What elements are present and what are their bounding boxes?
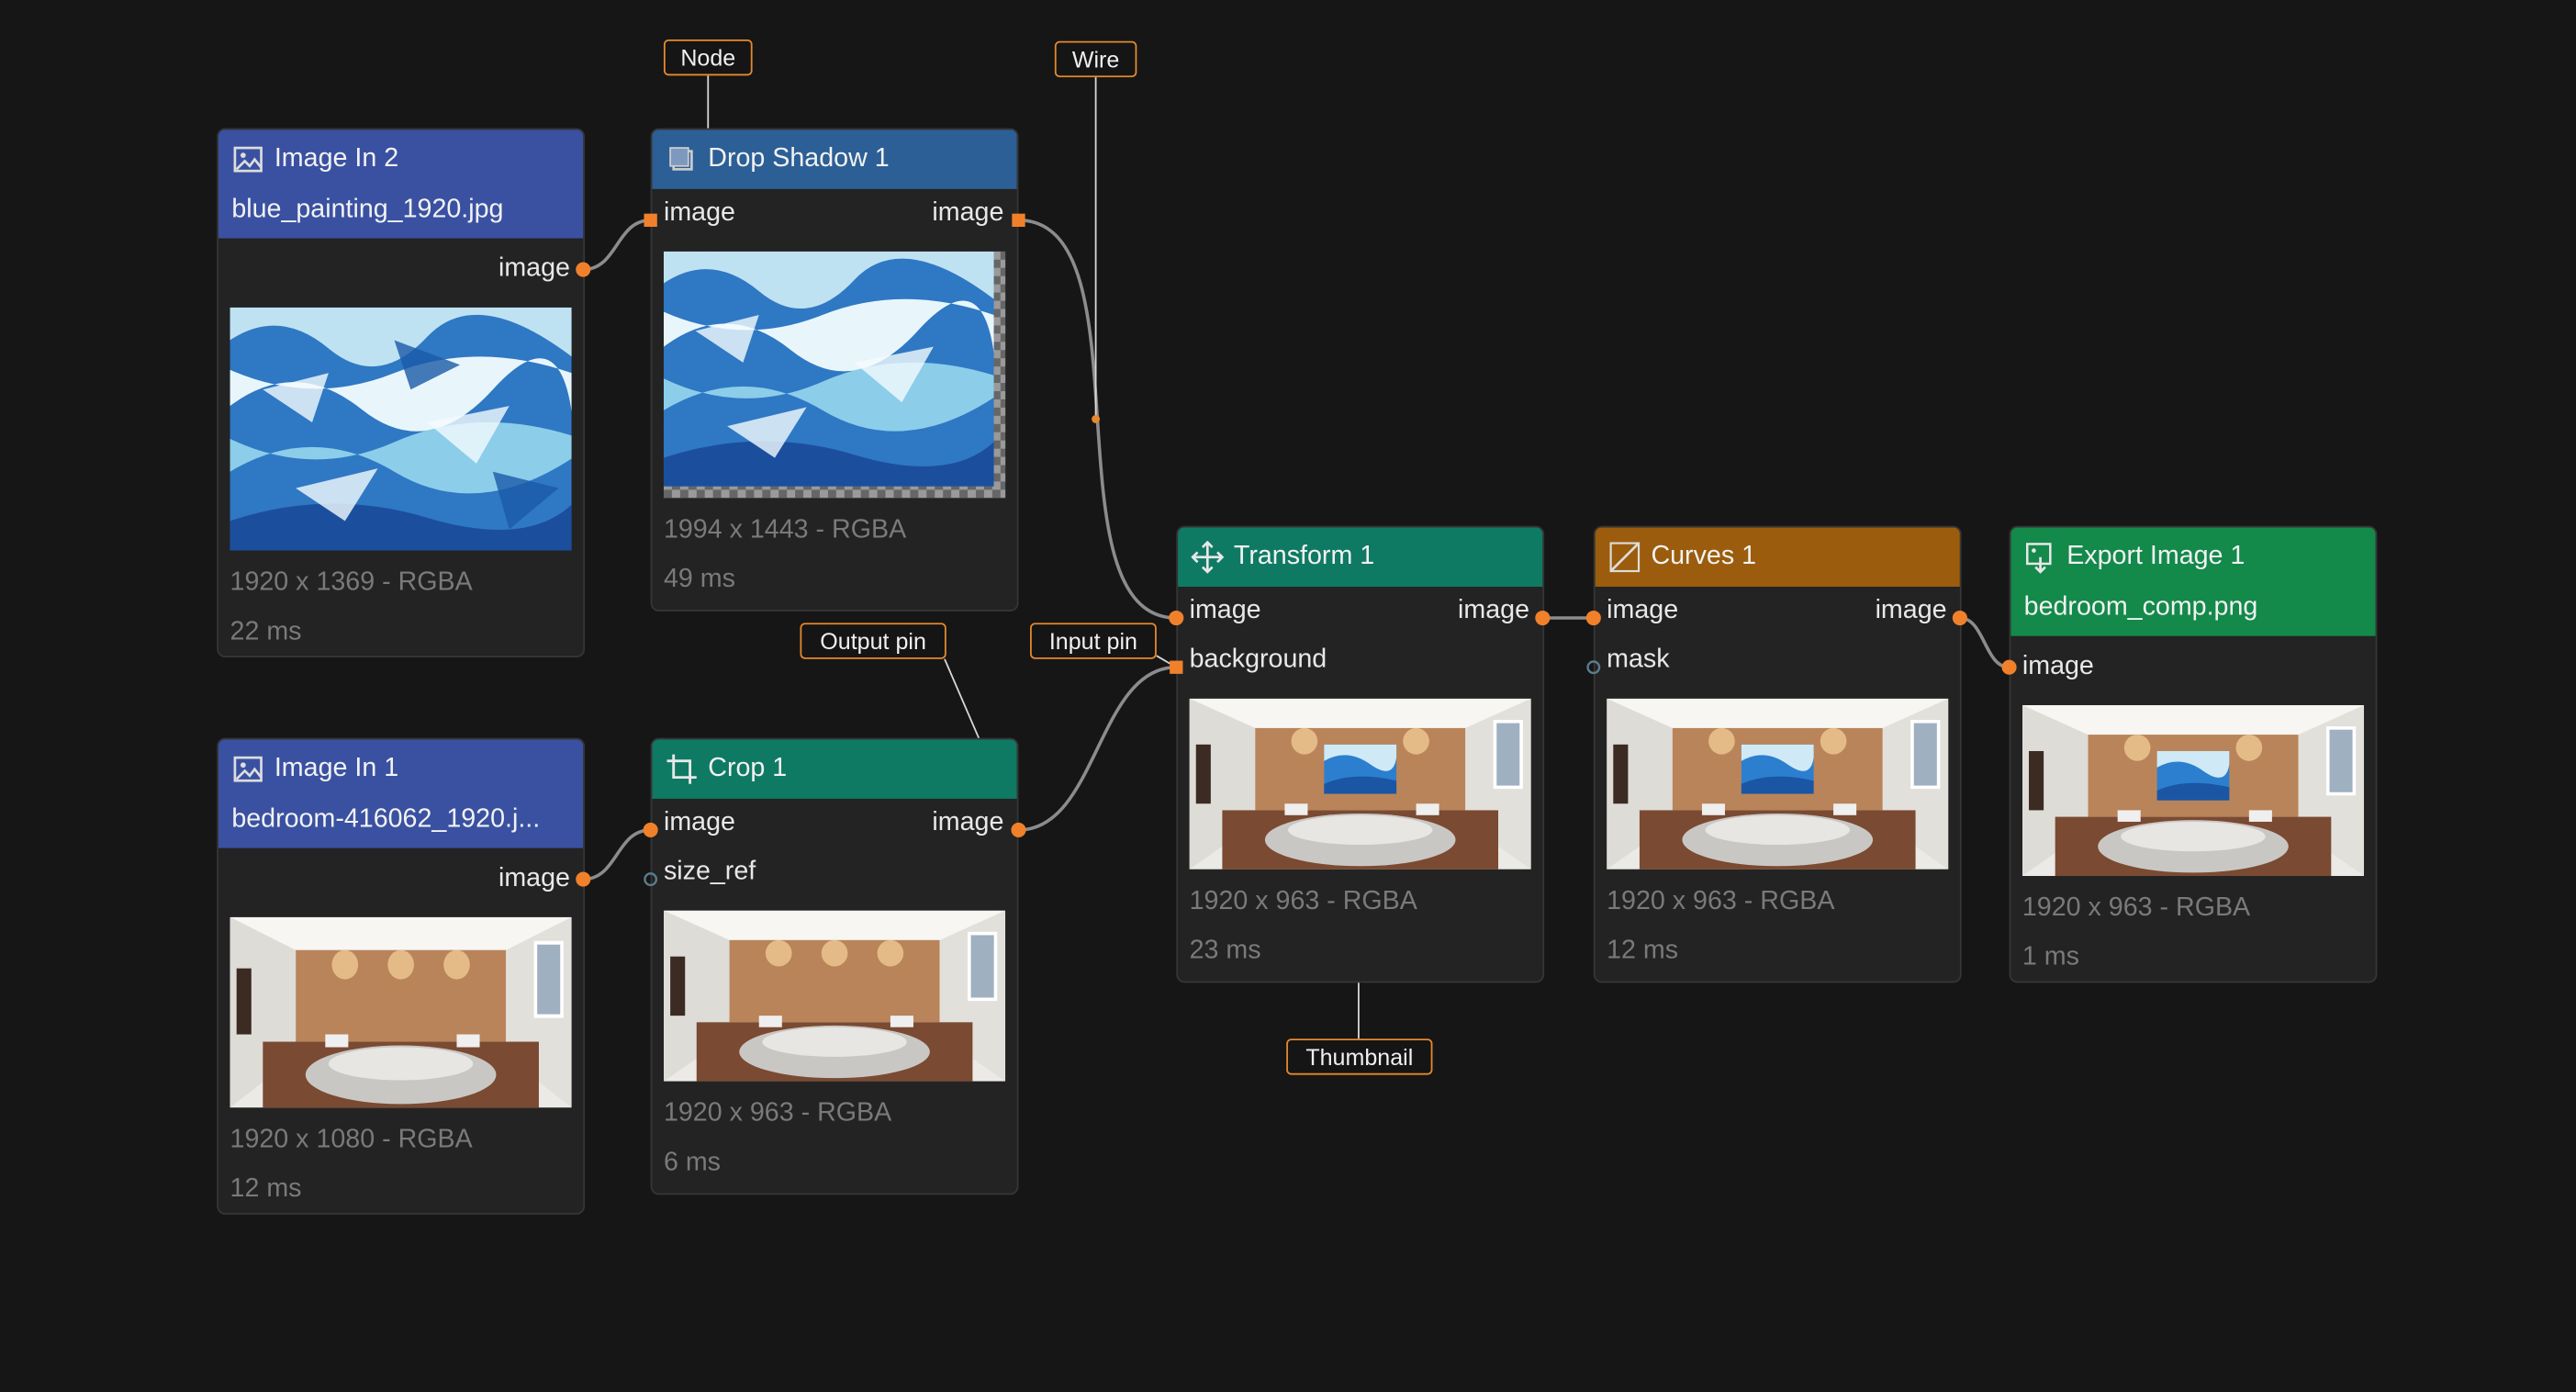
callout-node: Node — [663, 39, 753, 76]
blue-painting-image — [230, 307, 572, 551]
node-header[interactable]: Transform 1 — [1178, 527, 1543, 587]
callout-input-pin: Input pin — [1030, 623, 1157, 659]
image-icon — [233, 146, 263, 173]
crop-icon — [666, 754, 697, 784]
input-pin-label: background — [1189, 645, 1327, 674]
node-title: Image In 2 — [274, 144, 399, 173]
node-image-in-1[interactable]: Image In 1 bedroom-416062_1920.j... imag… — [217, 737, 586, 1215]
node-export-image-1[interactable]: Export Image 1 bedroom_comp.png image 19… — [2009, 525, 2378, 983]
node-image-in-2[interactable]: Image In 2 blue_painting_1920.jpg image … — [217, 128, 586, 657]
thumbnail — [230, 916, 572, 1108]
thumbnail — [1189, 698, 1531, 870]
pin-row-output: image — [218, 245, 583, 295]
output-pin-label: image — [1458, 596, 1530, 625]
input-pin-label: size_ref — [663, 858, 756, 886]
node-header[interactable]: Export Image 1 bedroom_comp.png — [2010, 527, 2376, 636]
thumbnail — [663, 251, 1006, 499]
node-time: 22 ms — [230, 618, 302, 646]
pin-row-output: image — [218, 855, 583, 904]
output-pin-label: image — [1875, 596, 1947, 625]
node-time: 12 ms — [1607, 937, 1679, 965]
callout-wire: Wire — [1054, 40, 1137, 78]
pin-row-image: image image — [1596, 587, 1960, 636]
node-time: 49 ms — [663, 565, 735, 594]
node-transform-1[interactable]: Transform 1 image image background 1920 … — [1176, 525, 1545, 983]
pin-row-image: image image — [1178, 587, 1542, 636]
bedroom-image — [663, 910, 1006, 1082]
node-title: Transform 1 — [1233, 542, 1375, 571]
node-title: Image In 1 — [274, 754, 399, 782]
node-drop-shadow-1[interactable]: Drop Shadow 1 image image 1994 x 1443 - … — [650, 128, 1019, 612]
pin-row-background: background — [1178, 636, 1542, 686]
node-header[interactable]: Image In 1 bedroom-416062_1920.j... — [218, 739, 584, 848]
input-pin-label: image — [663, 808, 735, 837]
curve-icon — [1609, 542, 1641, 573]
node-header[interactable]: Image In 2 blue_painting_1920.jpg — [218, 129, 584, 239]
node-graph-canvas[interactable]: Image In 2 blue_painting_1920.jpg image … — [0, 0, 2576, 1392]
node-curves-1[interactable]: Curves 1 image image mask 1920 x 963 - R… — [1593, 525, 1962, 983]
pin-row-image: image image — [652, 189, 1016, 239]
node-time: 12 ms — [230, 1174, 302, 1204]
callout-output-pin: Output pin — [800, 623, 946, 659]
node-time: 6 ms — [663, 1149, 722, 1177]
thumbnail — [1607, 698, 1949, 870]
input-pin-label: image — [1607, 596, 1679, 625]
input-pin-label: image — [1189, 596, 1261, 625]
node-time: 23 ms — [1189, 937, 1261, 965]
output-pin-label: image — [932, 808, 1004, 837]
node-dimensions: 1920 x 963 - RGBA — [663, 1099, 892, 1128]
node-title: Export Image 1 — [2066, 542, 2246, 571]
node-header[interactable]: Drop Shadow 1 — [652, 129, 1017, 189]
bedroom-with-painting-image — [1607, 698, 1949, 870]
node-title: Drop Shadow 1 — [708, 144, 890, 173]
node-title: Curves 1 — [1651, 542, 1757, 571]
wire-curves-to-export[interactable] — [1959, 616, 2010, 669]
output-pin-label: image — [498, 864, 570, 892]
blue-painting-image — [663, 251, 994, 487]
output-pin-label: image — [498, 254, 570, 283]
pin-row-mask: mask — [1596, 636, 1960, 686]
input-pin-label: mask — [1607, 645, 1670, 674]
node-filename: blue_painting_1920.jpg — [231, 195, 504, 224]
node-header[interactable]: Crop 1 — [652, 739, 1017, 799]
input-pin-label: image — [663, 198, 735, 228]
node-dimensions: 1920 x 963 - RGBA — [1607, 887, 1835, 915]
node-time: 1 ms — [2022, 943, 2079, 971]
node-title: Crop 1 — [708, 754, 788, 782]
output-pin-label: image — [932, 198, 1004, 228]
export-icon — [2025, 543, 2052, 574]
node-dimensions: 1920 x 963 - RGBA — [1189, 887, 1417, 915]
node-dimensions: 1994 x 1443 - RGBA — [663, 516, 907, 544]
callout-leader-input-pin — [1156, 655, 1177, 668]
node-dimensions: 1920 x 1080 - RGBA — [230, 1126, 473, 1154]
node-header[interactable]: Curves 1 — [1595, 527, 1960, 587]
bedroom-image — [230, 916, 572, 1108]
pin-row-size-ref: size_ref — [652, 848, 1016, 898]
node-dimensions: 1920 x 1369 - RGBA — [230, 568, 473, 597]
callout-thumbnail: Thumbnail — [1286, 1038, 1433, 1075]
move-icon — [1191, 540, 1225, 574]
thumbnail — [2022, 704, 2365, 877]
node-dimensions: 1920 x 963 - RGBA — [2022, 893, 2251, 923]
node-filename: bedroom_comp.png — [2023, 593, 2258, 622]
wire-image-in-1-to-crop[interactable] — [583, 828, 651, 881]
pin-row-image: image — [2010, 643, 2375, 692]
image-icon — [233, 756, 263, 782]
thumbnail — [230, 307, 572, 551]
square-icon — [669, 147, 693, 171]
wire-crop-to-transform-background[interactable] — [1018, 665, 1177, 832]
bedroom-with-painting-image — [1189, 698, 1531, 870]
node-crop-1[interactable]: Crop 1 image image size_ref 1920 x 963 -… — [650, 737, 1019, 1196]
input-pin-label: image — [2022, 652, 2094, 681]
node-filename: bedroom-416062_1920.j... — [231, 805, 541, 834]
wire-image-in-2-to-drop-shadow[interactable] — [583, 219, 651, 272]
callout-anchor-wire — [1092, 414, 1101, 423]
bedroom-with-painting-image — [2022, 704, 2365, 877]
thumbnail — [663, 910, 1006, 1082]
pin-row-image: image image — [652, 799, 1016, 848]
